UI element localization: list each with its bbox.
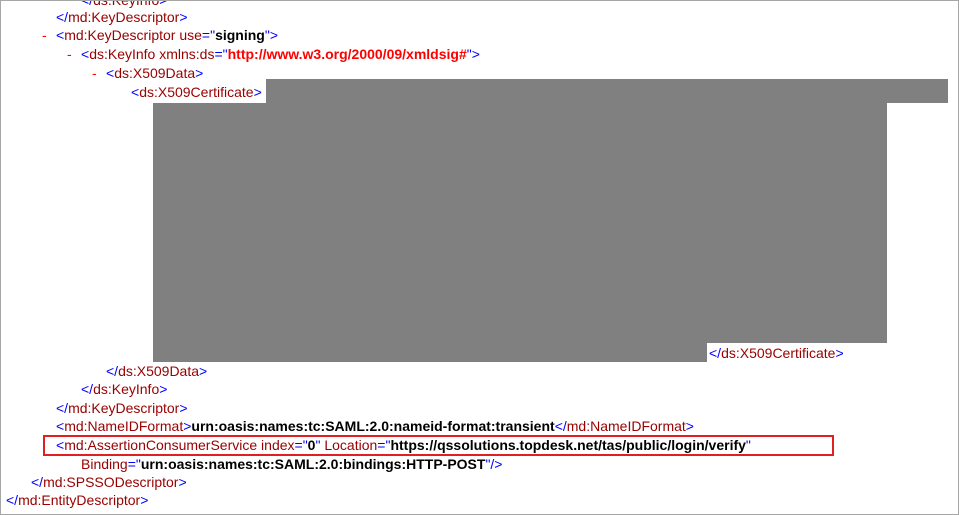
xml-line-keydescriptor-open: - <md:KeyDescriptor use="signing"> [42,26,279,45]
xml-line-x509certificate-open: <ds:X509Certificate> [131,84,262,100]
xml-line-assertion-consumer-service: <md:AssertionConsumerService index="0" L… [56,437,751,453]
collapse-toggle[interactable]: - [67,45,81,64]
xml-line-entitydescriptor-close: </md:EntityDescriptor> [6,492,149,508]
tag-name: ds:KeyInfo [93,381,160,397]
xml-viewer: </ds:KeyInfo> </md:KeyDescriptor> - <md:K… [0,0,959,515]
attr-value: urn:oasis:names:tc:SAML:2.0:bindings:HTT… [140,456,486,472]
tag-name: ds:X509Data [114,65,196,81]
attr-name: Location [324,437,378,453]
xml-line-keydescriptor-close: </md:KeyDescriptor> [56,9,188,25]
xml-line-x509data-close: </ds:X509Data> [106,363,208,379]
collapse-toggle[interactable]: - [92,64,106,83]
attr-name: use [179,27,202,43]
tag-name: ds:X509Certificate [721,345,836,361]
collapse-toggle[interactable]: - [42,26,56,45]
element-text: urn:oasis:names:tc:SAML:2.0:nameid-forma… [191,418,555,434]
tag-name: md:AssertionConsumerService [64,437,258,453]
tag-name: md:SPSSODescriptor [43,474,179,490]
tag-name: ds:KeyInfo [89,46,156,62]
redacted-certificate-body [153,103,887,343]
tag-name: md:NameIDFormat [64,418,184,434]
tag-name: md:NameIDFormat [566,418,686,434]
attr-name: Binding [81,456,128,472]
xml-line-x509certificate-close: </ds:X509Certificate> [709,345,844,361]
attr-value: signing [215,27,265,43]
xml-line-spssodescriptor-close: </md:SPSSODescriptor> [31,474,187,490]
tag-name: ds:X509Data [118,363,200,379]
tag-name: md:EntityDescriptor [18,492,141,508]
tag-name: md:KeyDescriptor [68,9,180,25]
redacted-certificate-top [266,79,948,103]
attr-value: https://qssolutions.topdesk.net/tas/publ… [390,437,746,453]
xml-line-keydescriptor-close-2: </md:KeyDescriptor> [56,400,188,416]
xml-line-binding: Binding="urn:oasis:names:tc:SAML:2.0:bin… [81,456,503,472]
attr-value: http://www.w3.org/2000/09/xmldsig# [227,46,467,62]
xml-line-keyinfo-open: - <ds:KeyInfo xmlns:ds="http://www.w3.org… [67,45,480,64]
tag-name: ds:KeyInfo [93,0,160,8]
xml-line-keyinfo-close: </ds:KeyInfo> [81,381,168,397]
attr-name: index [261,437,295,453]
tag-name: md:KeyDescriptor [64,27,176,43]
tag-name: md:KeyDescriptor [68,400,180,416]
xml-line-nameidformat: <md:NameIDFormat>urn:oasis:names:tc:SAML… [56,418,694,434]
attr-name: xmlns:ds [159,46,215,62]
tag-name: ds:X509Certificate [139,84,254,100]
redacted-certificate-tail [153,343,707,362]
xml-line-x509data-open: - <ds:X509Data> [92,64,204,83]
